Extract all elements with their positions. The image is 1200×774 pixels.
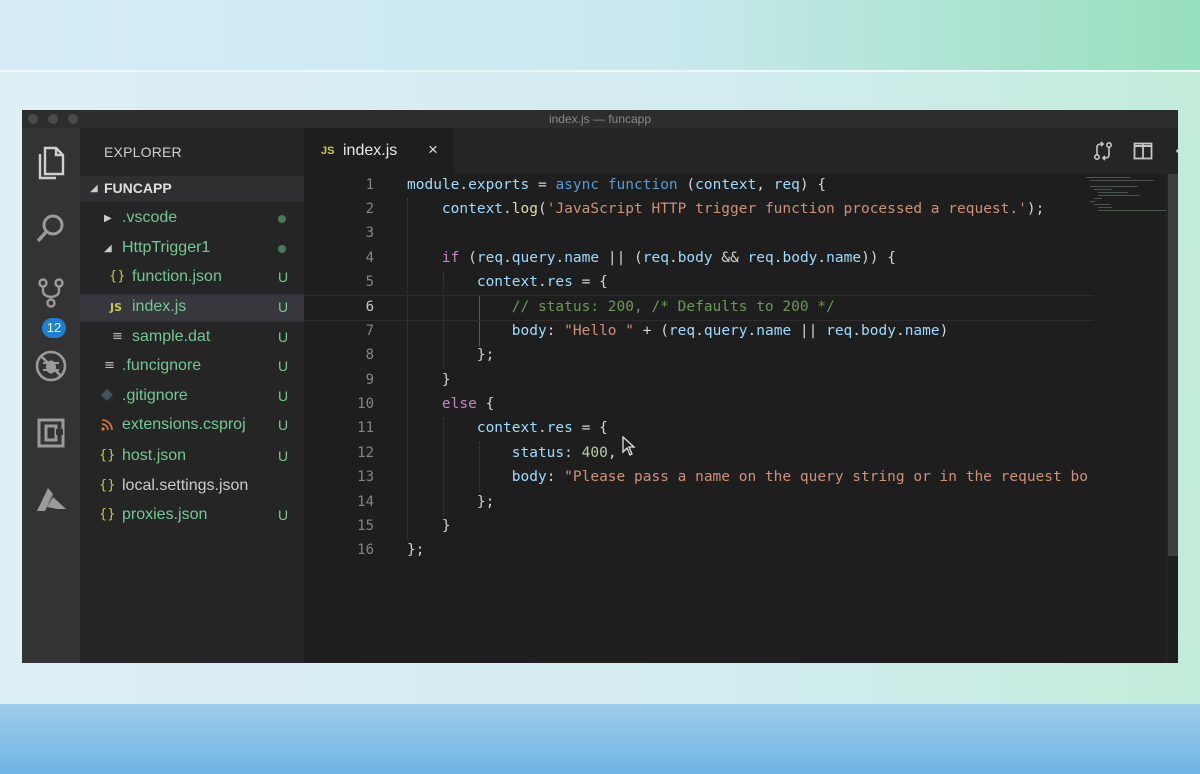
- files-icon[interactable]: [31, 143, 71, 183]
- source-control-badge: 12: [42, 318, 66, 338]
- close-icon[interactable]: ×: [428, 140, 438, 160]
- js-file-icon: JS: [321, 145, 335, 157]
- code-line: 9 }: [365, 372, 451, 388]
- search-icon[interactable]: [31, 208, 71, 248]
- tab-bar: JS index.js ×: [304, 128, 1178, 174]
- split-editor-icon[interactable]: [1132, 142, 1154, 160]
- chevron-right-icon: ▶: [104, 213, 112, 224]
- window-title: index.js — funcapp: [548, 112, 652, 126]
- tree-item-funcignore[interactable]: ≡ .funcignore U: [80, 353, 304, 381]
- tree-item-gitignore[interactable]: .gitignore U: [80, 383, 304, 411]
- tree-item-sample-dat[interactable]: ≡ sample.dat U: [80, 324, 304, 352]
- code-line: 14 };: [357, 494, 495, 510]
- debug-icon[interactable]: [31, 346, 71, 386]
- modified-dot: [278, 245, 286, 253]
- json-file-icon: {}: [99, 448, 116, 463]
- code-line: 5 context.res = {: [365, 274, 608, 290]
- open-changes-icon[interactable]: [1092, 141, 1114, 161]
- code-line: 13 body: "Please pass a name on the quer…: [357, 469, 1087, 485]
- tree-item-extensions-csproj[interactable]: extensions.csproj U: [80, 412, 304, 440]
- code-line: 8 };: [365, 347, 495, 363]
- vscode-window: index.js — funcapp 12 EXPLORER ◢ FUNCAPP…: [22, 110, 1178, 663]
- js-file-icon: JS: [110, 301, 123, 314]
- explorer-sidebar: EXPLORER ◢ FUNCAPP ▶ .vscode ◢ HttpTrigg…: [80, 128, 304, 663]
- maximize-window-button[interactable]: [68, 114, 78, 124]
- code-editor[interactable]: 1 module.exports = async function (conte…: [304, 174, 1178, 663]
- mouse-pointer-icon: [622, 435, 636, 461]
- editor-area: JS index.js × 1 module.exports = async f…: [304, 128, 1178, 663]
- tree-item-index-js[interactable]: JS index.js U: [80, 294, 304, 322]
- tree-item-local-settings-json[interactable]: {} local.settings.json: [80, 473, 304, 501]
- code-line: 4 if (req.query.name || (req.body && req…: [365, 250, 896, 266]
- code-line: 7 body: "Hello " + (req.query.name || re…: [365, 323, 949, 339]
- tab-index-js[interactable]: JS index.js ×: [304, 128, 454, 174]
- more-actions-icon[interactable]: [1173, 142, 1178, 160]
- source-control-icon[interactable]: [31, 273, 71, 313]
- folder-header[interactable]: ◢ FUNCAPP: [80, 176, 304, 202]
- modified-dot: [278, 215, 286, 223]
- git-icon: [101, 389, 113, 405]
- azure-icon[interactable]: [31, 480, 71, 520]
- tree-item-vscode[interactable]: ▶ .vscode: [80, 205, 304, 233]
- extensions-icon[interactable]: [31, 413, 71, 453]
- json-file-icon: {}: [99, 507, 116, 522]
- tree-item-httptrigger1[interactable]: ◢ HttpTrigger1: [80, 235, 304, 263]
- tab-title: index.js: [343, 142, 398, 159]
- code-line: 15 }: [357, 518, 451, 534]
- scrollbar-thumb[interactable]: [1168, 174, 1178, 556]
- code-line: 2 context.log('JavaScript HTTP trigger f…: [365, 201, 1045, 217]
- code-line: 3: [365, 225, 374, 241]
- code-line: 12 status: 400,: [357, 445, 617, 461]
- minimize-window-button[interactable]: [48, 114, 58, 124]
- folder-name: FUNCAPP: [104, 180, 172, 196]
- tree-item-proxies-json[interactable]: {} proxies.json U: [80, 502, 304, 530]
- desktop-background-top: [0, 0, 1200, 70]
- activity-bar: 12: [22, 128, 80, 663]
- explorer-title: EXPLORER: [104, 144, 182, 160]
- title-bar: index.js — funcapp: [22, 110, 1178, 128]
- json-file-icon: {}: [99, 478, 116, 493]
- text-file-icon: ≡: [104, 358, 115, 373]
- code-line-active: 6 // status: 200, /* Defaults to 200 */: [304, 295, 1094, 321]
- code-line: 16 };: [357, 542, 425, 558]
- tree-item-host-json[interactable]: {} host.json U: [80, 443, 304, 471]
- text-file-icon: ≡: [112, 329, 123, 344]
- chevron-down-icon: ◢: [104, 243, 112, 254]
- code-line: 10 else {: [357, 396, 495, 412]
- json-file-icon: {}: [109, 269, 126, 284]
- code-line: 1 module.exports = async function (conte…: [365, 177, 827, 193]
- chevron-down-icon: ◢: [90, 183, 98, 194]
- desktop-background-bottom: [0, 704, 1200, 774]
- rss-icon: [101, 419, 113, 435]
- minimap[interactable]: [1084, 174, 1168, 216]
- close-window-button[interactable]: [28, 114, 38, 124]
- tree-item-function-json[interactable]: {} function.json U: [80, 264, 304, 292]
- code-line: 11 context.res = {: [357, 420, 608, 436]
